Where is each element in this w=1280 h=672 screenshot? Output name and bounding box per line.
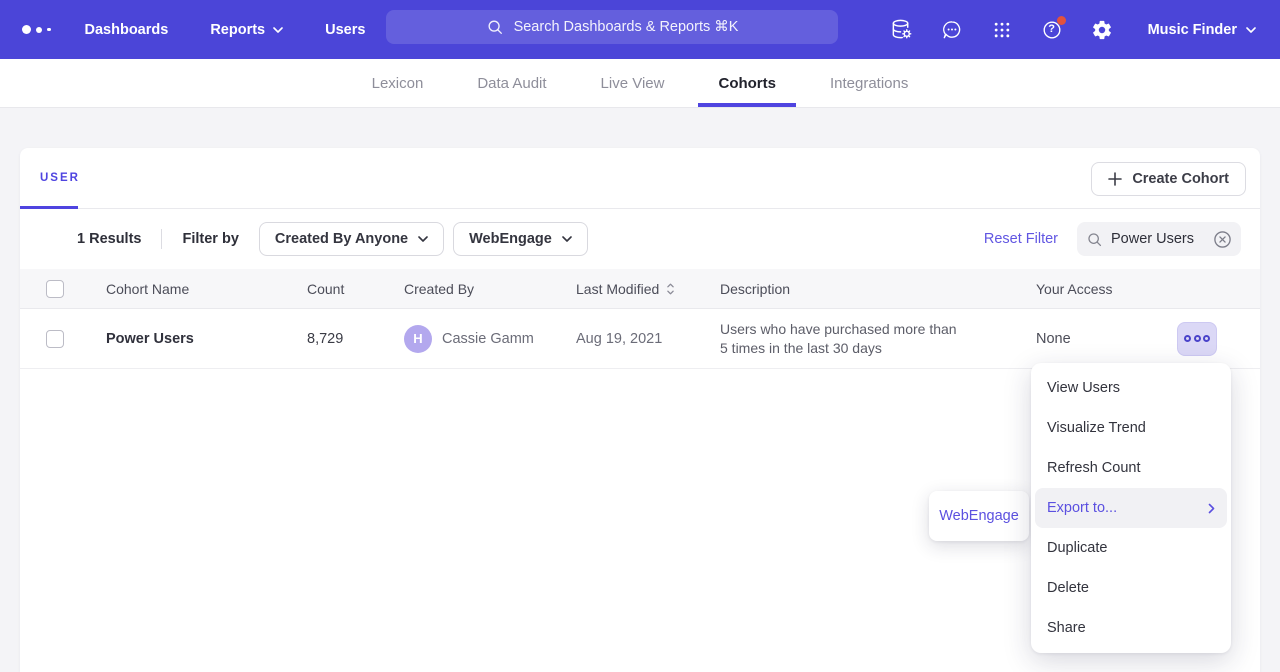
- menu-item-duplicate[interactable]: Duplicate: [1031, 528, 1231, 568]
- create-cohort-button[interactable]: Create Cohort: [1091, 162, 1246, 196]
- apps-grid-icon[interactable]: [990, 18, 1014, 42]
- primary-nav: Dashboards Reports Users: [85, 22, 366, 38]
- row-checkbox[interactable]: [46, 330, 64, 348]
- cohort-count: 8,729: [307, 331, 404, 347]
- nav-dashboards[interactable]: Dashboards: [85, 22, 169, 38]
- nav-reports-label: Reports: [210, 22, 265, 38]
- global-search-placeholder: Search Dashboards & Reports ⌘K: [514, 19, 739, 35]
- sort-icon: [666, 282, 675, 296]
- cohorts-page: Dashboards Reports Users Search Dashboar…: [0, 0, 1280, 672]
- search-icon: [1086, 231, 1103, 248]
- created-by-cell: H Cassie Gamm: [404, 325, 576, 353]
- tab-live-view[interactable]: Live View: [581, 59, 685, 107]
- menu-item-view-users[interactable]: View Users: [1031, 368, 1231, 408]
- cohort-name[interactable]: Power Users: [106, 331, 307, 347]
- col-description: Description: [720, 281, 1036, 297]
- created-by-filter-value: Created By Anyone: [275, 231, 408, 247]
- webengage-filter-dropdown[interactable]: WebEngage: [453, 222, 588, 256]
- chevron-down-icon: [273, 27, 283, 33]
- created-by-filter-dropdown[interactable]: Created By Anyone: [259, 222, 444, 256]
- active-tab-underline: [20, 206, 78, 209]
- mixpanel-logo[interactable]: [22, 25, 51, 34]
- last-modified-date: Aug 19, 2021: [576, 331, 720, 347]
- chat-icon[interactable]: [940, 18, 964, 42]
- search-icon: [486, 18, 504, 36]
- nav-reports[interactable]: Reports: [210, 22, 283, 38]
- col-your-access: Your Access: [1036, 281, 1177, 297]
- project-name: Music Finder: [1148, 22, 1237, 38]
- top-navbar: Dashboards Reports Users Search Dashboar…: [0, 0, 1280, 59]
- menu-item-visualize-trend[interactable]: Visualize Trend: [1031, 408, 1231, 448]
- chevron-down-icon: [418, 236, 428, 242]
- col-cohort-name: Cohort Name: [106, 281, 307, 297]
- submenu-item-webengage[interactable]: WebEngage: [939, 508, 1019, 524]
- select-all-checkbox[interactable]: [46, 280, 64, 298]
- cohort-search-input[interactable]: [1111, 231, 1205, 247]
- col-last-modified[interactable]: Last Modified: [576, 281, 720, 297]
- help-icon[interactable]: ?: [1040, 18, 1064, 42]
- tab-data-audit[interactable]: Data Audit: [457, 59, 566, 107]
- global-search-input[interactable]: Search Dashboards & Reports ⌘K: [386, 10, 838, 44]
- menu-item-refresh-count[interactable]: Refresh Count: [1031, 448, 1231, 488]
- avatar: H: [404, 325, 432, 353]
- plus-icon: [1108, 172, 1122, 186]
- export-submenu: WebEngage: [929, 491, 1029, 541]
- nav-users[interactable]: Users: [325, 22, 365, 38]
- col-last-modified-label: Last Modified: [576, 281, 659, 297]
- clear-search-icon[interactable]: [1213, 230, 1232, 249]
- data-settings-icon[interactable]: [890, 18, 914, 42]
- reset-filter-link[interactable]: Reset Filter: [984, 231, 1058, 247]
- cohort-search: [1077, 222, 1241, 256]
- table-header: Cohort Name Count Created By Last Modifi…: [20, 269, 1260, 309]
- cohort-description: Users who have purchased more than 5 tim…: [720, 320, 965, 358]
- menu-item-share[interactable]: Share: [1031, 608, 1231, 648]
- project-selector[interactable]: Music Finder: [1148, 22, 1256, 38]
- menu-item-export-to-label: Export to...: [1047, 500, 1117, 516]
- row-actions-button[interactable]: [1177, 322, 1217, 356]
- divider: [161, 229, 162, 249]
- menu-item-export-to[interactable]: Export to...: [1035, 488, 1227, 528]
- navbar-actions: ? Music Finder: [890, 0, 1280, 59]
- tab-user[interactable]: USER: [40, 172, 80, 184]
- section-tabs: Lexicon Data Audit Live View Cohorts Int…: [0, 59, 1280, 108]
- results-count: 1 Results: [77, 231, 141, 247]
- webengage-filter-value: WebEngage: [469, 231, 552, 247]
- row-context-menu: View Users Visualize Trend Refresh Count…: [1031, 363, 1231, 653]
- create-cohort-label: Create Cohort: [1132, 171, 1229, 187]
- tab-integrations[interactable]: Integrations: [810, 59, 928, 107]
- col-created-by: Created By: [404, 281, 576, 297]
- access-value: None: [1036, 331, 1177, 347]
- notification-dot: [1057, 16, 1066, 25]
- chevron-down-icon: [562, 236, 572, 242]
- col-count: Count: [307, 281, 404, 297]
- tab-cohorts[interactable]: Cohorts: [698, 59, 796, 107]
- gear-icon[interactable]: [1090, 18, 1114, 42]
- tab-lexicon[interactable]: Lexicon: [352, 59, 444, 107]
- chevron-right-icon: [1208, 503, 1215, 514]
- menu-item-delete[interactable]: Delete: [1031, 568, 1231, 608]
- filter-bar: 1 Results Filter by Created By Anyone We…: [20, 209, 1260, 269]
- chevron-down-icon: [1246, 27, 1256, 33]
- table-row: Power Users 8,729 H Cassie Gamm Aug 19, …: [20, 309, 1260, 369]
- created-by-name: Cassie Gamm: [442, 331, 534, 347]
- panel-header: USER Create Cohort: [20, 148, 1260, 209]
- filter-by-label: Filter by: [182, 231, 238, 247]
